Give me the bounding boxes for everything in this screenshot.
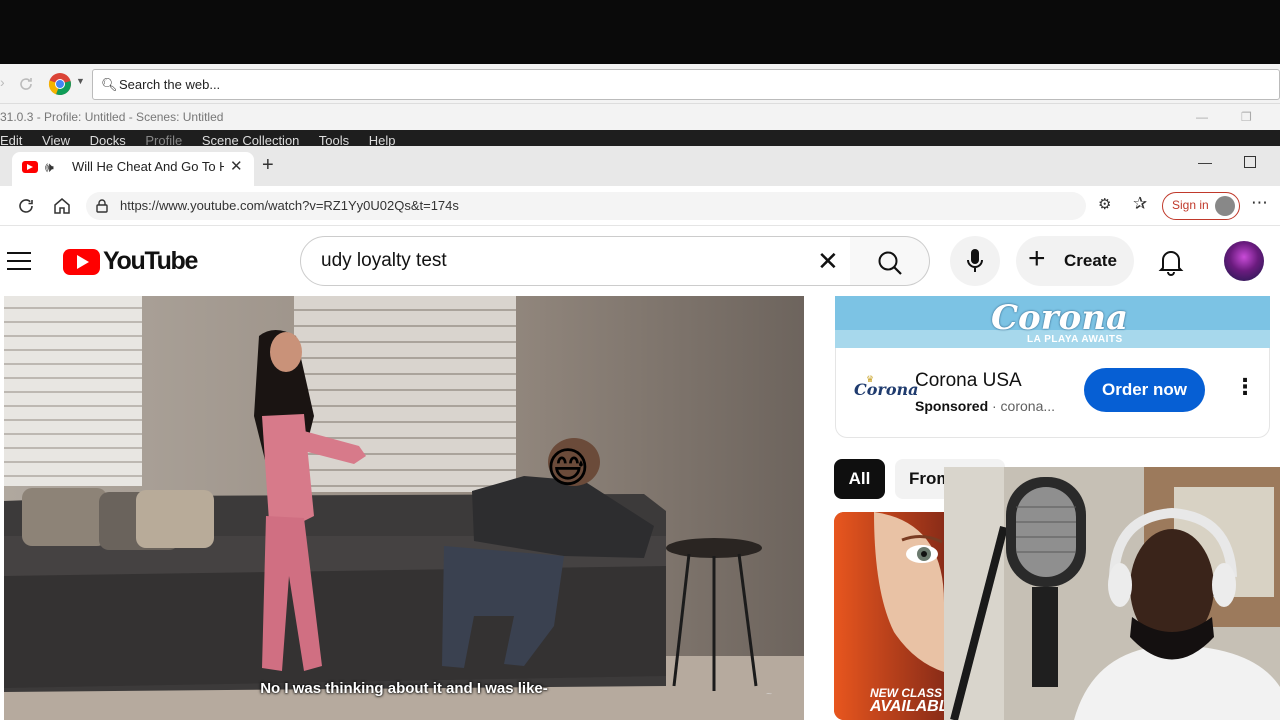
sign-in-label: Sign in bbox=[1172, 198, 1209, 212]
more-menu-icon[interactable]: ⋯ bbox=[1251, 193, 1268, 213]
video-frame: ~ bbox=[4, 296, 804, 720]
favorites-icon[interactable]: ✰ bbox=[1133, 194, 1147, 214]
obs-search-placeholder: Search the web... bbox=[119, 77, 221, 92]
voice-search-button[interactable] bbox=[950, 236, 1000, 286]
menu-docks[interactable]: Docks bbox=[90, 133, 126, 146]
youtube-logo-text: YouTube bbox=[103, 247, 198, 275]
ad-banner-tagline: LA PLAYA AWAITS bbox=[1027, 334, 1123, 345]
thumbnail-line2: AVAILABL bbox=[870, 698, 944, 715]
hamburger-menu-icon[interactable] bbox=[7, 252, 31, 270]
search-query: udy loyalty test bbox=[321, 250, 447, 271]
close-tab-icon[interactable]: ✕ bbox=[230, 152, 243, 182]
reload-icon[interactable] bbox=[18, 76, 34, 92]
ad-banner-brand: Corona bbox=[991, 298, 1129, 338]
ad-banner[interactable]: Corona LA PLAYA AWAITS bbox=[835, 296, 1270, 348]
youtube-search-input[interactable]: udy loyalty test ✕ bbox=[300, 236, 852, 286]
tab-title: Will He Cheat And Go To Hell bbox=[72, 159, 224, 174]
menu-help[interactable]: Help bbox=[369, 133, 396, 146]
youtube-favicon-play-icon bbox=[27, 164, 33, 170]
recommended-video-thumbnail[interactable]: NEW CLASS AVAILABL bbox=[834, 512, 944, 720]
top-black-bar bbox=[0, 0, 1280, 64]
microphone-icon bbox=[967, 249, 983, 272]
webcam-feed bbox=[944, 467, 1280, 720]
chrome-icon[interactable] bbox=[48, 72, 72, 96]
search-icon bbox=[878, 251, 902, 275]
search-icon: 🔍︎ bbox=[101, 77, 118, 92]
minimize-icon[interactable]: — bbox=[1196, 104, 1208, 130]
emoji-sticker: 😅 bbox=[546, 444, 590, 491]
obs-title-bar: 31.0.3 - Profile: Untitled - Scenes: Unt… bbox=[0, 104, 1280, 130]
menu-scene-collection[interactable]: Scene Collection bbox=[202, 133, 300, 146]
ad-logo: Corona bbox=[854, 380, 919, 399]
minimize-window-icon[interactable]: — bbox=[1198, 154, 1212, 170]
speaker-icon[interactable]: 🕪︎ bbox=[45, 152, 54, 182]
maximize-window-icon[interactable] bbox=[1244, 156, 1256, 168]
profile-avatar-icon bbox=[1215, 196, 1235, 216]
ad-more-icon[interactable]: ⋮ bbox=[1234, 376, 1256, 398]
address-bar[interactable]: https://www.youtube.com/watch?v=RZ1Yy0U0… bbox=[86, 192, 1086, 220]
video-caption: No I was thinking about it and I was lik… bbox=[260, 680, 548, 697]
clear-search-icon[interactable]: ✕ bbox=[817, 237, 839, 285]
create-button[interactable]: + Create bbox=[1016, 236, 1134, 286]
forward-icon[interactable]: › bbox=[0, 74, 10, 94]
chip-all[interactable]: All bbox=[834, 459, 885, 499]
new-tab-button[interactable]: + bbox=[262, 154, 274, 177]
sign-in-button[interactable]: Sign in bbox=[1162, 192, 1240, 220]
menu-edit[interactable]: Edit bbox=[0, 133, 22, 146]
obs-search-input[interactable]: 🔍︎ Search the web... bbox=[92, 69, 1280, 100]
youtube-search-button[interactable] bbox=[850, 236, 930, 286]
webcam-overlay bbox=[944, 467, 1280, 720]
menu-profile[interactable]: Profile bbox=[145, 133, 182, 146]
account-avatar[interactable] bbox=[1224, 241, 1264, 281]
plus-icon: + bbox=[1028, 242, 1046, 275]
notifications-bell-icon[interactable] bbox=[1158, 248, 1184, 276]
ad-domain: · corona... bbox=[992, 398, 1056, 414]
order-now-button[interactable]: Order now bbox=[1084, 368, 1205, 412]
obs-window-title: 31.0.3 - Profile: Untitled - Scenes: Unt… bbox=[0, 110, 224, 124]
refresh-icon[interactable] bbox=[17, 197, 35, 215]
video-player[interactable]: ~ 😅 bbox=[4, 296, 804, 720]
chrome-dropdown-icon[interactable]: ▼ bbox=[76, 76, 85, 86]
obs-menu-bar: Edit View Docks Profile Scene Collection… bbox=[0, 130, 1280, 146]
ad-advertiser: Corona USA bbox=[915, 370, 1022, 391]
url-text: https://www.youtube.com/watch?v=RZ1Yy0U0… bbox=[120, 198, 459, 213]
home-icon[interactable] bbox=[53, 197, 71, 215]
create-label: Create bbox=[1064, 251, 1117, 270]
youtube-logo[interactable]: YouTube bbox=[63, 247, 198, 276]
ad-sponsored: Sponsored bbox=[915, 398, 989, 414]
menu-view[interactable]: View bbox=[42, 133, 70, 146]
tab-youtube-video[interactable]: 🕪︎ Will He Cheat And Go To Hell ✕ bbox=[12, 152, 254, 186]
menu-tools[interactable]: Tools bbox=[319, 133, 349, 146]
lock-icon bbox=[96, 199, 108, 213]
extensions-icon[interactable]: ⚙ bbox=[1098, 195, 1111, 213]
restore-icon[interactable]: ❐ bbox=[1241, 104, 1252, 130]
